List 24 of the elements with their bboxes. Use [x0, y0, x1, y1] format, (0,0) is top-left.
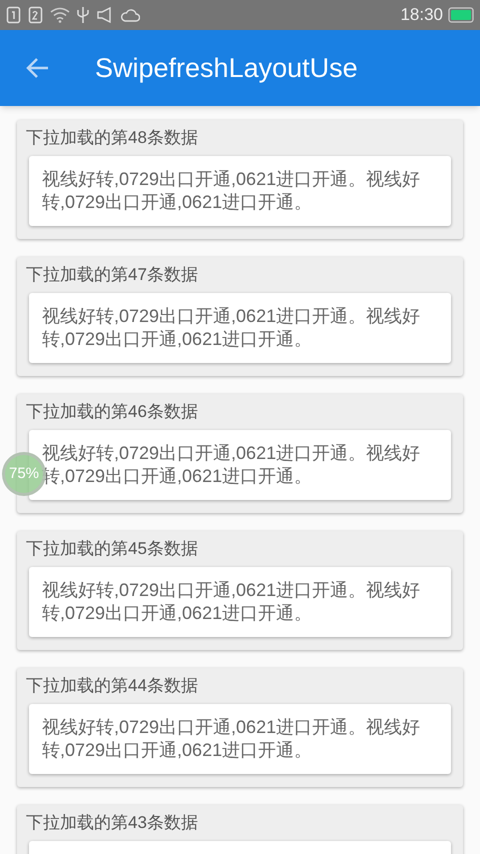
card-body-text: 视线好转,0729出口开通,0621进口开通。视线好转,0729出口开通,0621进口开通。 [42, 168, 422, 214]
list-card[interactable]: 下拉加载的第47条数据 视线好转,0729出口开通,0621进口开通。视线好转,0729出口开通,0621进口开通。 [17, 257, 463, 376]
card-body-text: 视线好转,0729出口开通,0621进口开通。视线好转,0729出口开通,0621进口开通。 [42, 716, 422, 762]
card-title: 下拉加载的第47条数据 [25, 264, 199, 286]
sim-card-icon [6, 6, 22, 24]
app-title: SwipefreshLayoutUse [95, 52, 358, 85]
card-title: 下拉加载的第45条数据 [25, 538, 199, 560]
card-title: 下拉加载的第43条数据 [25, 812, 199, 834]
list-card[interactable]: 下拉加载的第44条数据 视线好转,0729出口开通,0621进口开通。视线好转,0729出口开通,0621进口开通。 [17, 668, 463, 787]
wifi-icon [50, 7, 70, 23]
list-card[interactable]: 下拉加载的第45条数据 视线好转,0729出口开通,0621进口开通。视线好转,0729出口开通,0621进口开通。 [17, 531, 463, 650]
card-body-text: 视线好转,0729出口开通,0621进口开通。视线好转,0729出口开通,0621进口开通。 [42, 305, 422, 351]
card-title: 下拉加载的第46条数据 [25, 401, 199, 423]
card-title: 下拉加载的第48条数据 [25, 127, 199, 149]
usb-icon [76, 6, 90, 24]
back-arrow-icon [26, 57, 50, 79]
card-title: 下拉加载的第44条数据 [25, 675, 199, 697]
clock-time: 18:30 [400, 4, 443, 26]
cloud-icon [120, 8, 140, 22]
sim-card-icon [28, 6, 44, 24]
list-card[interactable]: 下拉加载的第48条数据 视线好转,0729出口开通,0621进口开通。视线好转,0729出口开通,0621进口开通。 [17, 120, 463, 239]
battery-icon [448, 7, 474, 23]
card-body-text: 视线好转,0729出口开通,0621进口开通。视线好转,0729出口开通,0621进口开通。 [42, 579, 422, 625]
list-card[interactable]: 下拉加载的第43条数据 [17, 805, 463, 854]
